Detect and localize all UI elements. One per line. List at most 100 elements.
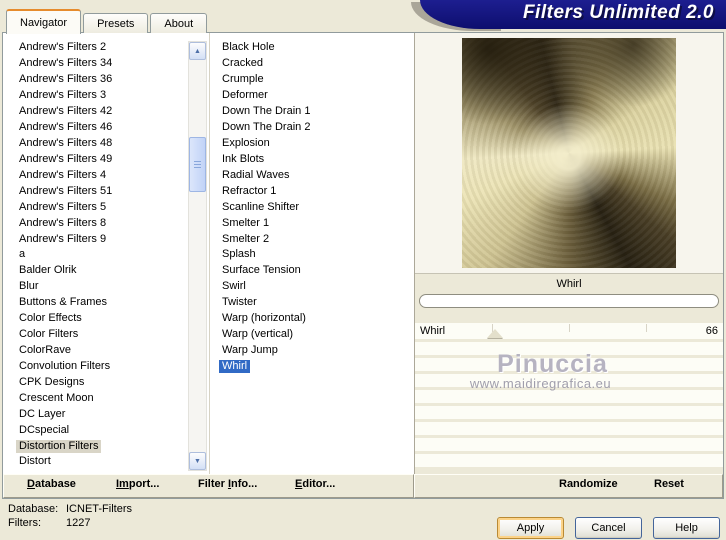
list-item[interactable]: Andrew's Filters 51 bbox=[16, 183, 209, 199]
list-item[interactable]: Andrew's Filters 34 bbox=[16, 56, 209, 72]
list-item[interactable]: Refractor 1 bbox=[219, 183, 414, 199]
list-item-label: ColorRave bbox=[19, 343, 71, 356]
list-item-label: a bbox=[19, 248, 26, 261]
toolbar-button-import[interactable]: Import... bbox=[116, 478, 159, 490]
toolbar-button-database[interactable]: Database bbox=[27, 478, 76, 490]
list-item[interactable]: DC Layer bbox=[16, 406, 209, 422]
filter-caption: Whirl bbox=[415, 273, 723, 293]
slider-tick bbox=[569, 324, 570, 332]
list-item[interactable]: Andrew's Filters 48 bbox=[16, 136, 209, 152]
help-button[interactable]: Help bbox=[653, 517, 720, 539]
category-scrollbar[interactable]: ▲ ▼ bbox=[188, 41, 207, 471]
list-item[interactable]: ColorRave bbox=[16, 343, 209, 359]
list-item-label: Andrew's Filters 3 bbox=[19, 89, 107, 102]
preview-image bbox=[462, 38, 676, 268]
list-item[interactable]: Deformer bbox=[219, 88, 414, 104]
scroll-up-icon[interactable]: ▲ bbox=[189, 42, 206, 60]
toolbar-button-randomize[interactable]: Randomize bbox=[559, 478, 618, 490]
list-item[interactable]: Cracked bbox=[219, 56, 414, 72]
list-item-label: Whirl bbox=[219, 359, 251, 373]
list-item[interactable]: Andrew's Filters 9 bbox=[16, 231, 209, 247]
list-item[interactable]: Smelter 1 bbox=[219, 215, 414, 231]
list-item[interactable]: Swirl bbox=[219, 279, 414, 295]
watermark-name: Pinuccia bbox=[497, 350, 608, 378]
list-item-label: Buttons & Frames bbox=[19, 296, 108, 309]
list-item[interactable]: Down The Drain 1 bbox=[219, 104, 414, 120]
list-item-label: Cracked bbox=[222, 57, 263, 70]
list-item-label: Balder Olrik bbox=[19, 264, 77, 277]
list-item[interactable]: Convolution Filters bbox=[16, 358, 209, 374]
render-progress-bar bbox=[419, 294, 719, 308]
list-item[interactable]: Andrew's Filters 4 bbox=[16, 167, 209, 183]
list-item[interactable]: Warp (horizontal) bbox=[219, 311, 414, 327]
bottom-toolbar: Database Import... Filter Info... Editor...… bbox=[3, 474, 723, 498]
list-item[interactable]: Blur bbox=[16, 279, 209, 295]
list-item-label: Scanline Shifter bbox=[222, 200, 300, 213]
app-banner: Filters Unlimited 2.0 bbox=[411, 0, 726, 31]
list-item[interactable]: Distort bbox=[16, 454, 209, 470]
list-item[interactable]: Down The Drain 2 bbox=[219, 120, 414, 136]
database-label: Database: bbox=[8, 503, 59, 515]
list-item[interactable]: Balder Olrik bbox=[16, 263, 209, 279]
list-item-label: Andrew's Filters 4 bbox=[19, 168, 107, 181]
list-item[interactable]: Scanline Shifter bbox=[219, 199, 414, 215]
parameter-slider-row[interactable]: Whirl 66 bbox=[415, 323, 723, 339]
scrollbar-thumb[interactable] bbox=[189, 137, 206, 192]
list-item[interactable]: Color Effects bbox=[16, 311, 209, 327]
list-item[interactable]: Andrew's Filters 3 bbox=[16, 88, 209, 104]
list-item[interactable]: DCspecial bbox=[16, 422, 209, 438]
list-item-label: Crumple bbox=[222, 73, 264, 86]
list-item[interactable]: Andrew's Filters 8 bbox=[16, 215, 209, 231]
tab-about[interactable]: About bbox=[150, 13, 208, 33]
list-item[interactable]: Ink Blots bbox=[219, 151, 414, 167]
list-item[interactable]: Surface Tension bbox=[219, 263, 414, 279]
list-item[interactable]: Crescent Moon bbox=[16, 390, 209, 406]
list-item[interactable]: Twister bbox=[219, 295, 414, 311]
list-item[interactable]: a bbox=[16, 247, 209, 263]
tab-presets[interactable]: Presets bbox=[83, 13, 149, 33]
list-item[interactable]: Crumple bbox=[219, 72, 414, 88]
list-item-label: Color Filters bbox=[19, 328, 79, 341]
list-item[interactable]: Distortion Filters bbox=[16, 438, 209, 454]
list-item[interactable]: Color Filters bbox=[16, 327, 209, 343]
parameter-name: Whirl bbox=[420, 325, 446, 337]
list-item-label: Swirl bbox=[222, 280, 246, 293]
list-item[interactable]: Buttons & Frames bbox=[16, 295, 209, 311]
list-item[interactable]: Radial Waves bbox=[219, 167, 414, 183]
list-item-label: Convolution Filters bbox=[19, 359, 111, 372]
scroll-down-icon[interactable]: ▼ bbox=[189, 452, 206, 470]
toolbar-button-editor[interactable]: Editor... bbox=[295, 478, 335, 490]
list-item[interactable]: Explosion bbox=[219, 136, 414, 152]
list-item[interactable]: Splash bbox=[219, 247, 414, 263]
filters-label: Filters: bbox=[8, 517, 41, 529]
apply-button[interactable]: Apply bbox=[497, 517, 564, 539]
list-item-label: Andrew's Filters 46 bbox=[19, 121, 113, 134]
list-item[interactable]: Andrew's Filters 36 bbox=[16, 72, 209, 88]
toolbar-button-reset[interactable]: Reset bbox=[654, 478, 684, 490]
tab-navigator[interactable]: Navigator bbox=[6, 9, 82, 34]
list-item[interactable]: Warp Jump bbox=[219, 343, 414, 359]
slider-thumb[interactable] bbox=[487, 329, 504, 338]
list-item[interactable]: Andrew's Filters 49 bbox=[16, 151, 209, 167]
list-item[interactable]: Whirl bbox=[219, 358, 414, 374]
cancel-button[interactable]: Cancel bbox=[575, 517, 642, 539]
list-item-label: Distort bbox=[19, 455, 51, 468]
list-item[interactable]: Warp (vertical) bbox=[219, 327, 414, 343]
list-item[interactable]: Andrew's Filters 42 bbox=[16, 104, 209, 120]
list-item[interactable]: CPK Designs bbox=[16, 374, 209, 390]
list-item-label: Crescent Moon bbox=[19, 391, 94, 404]
empty-parameter-row bbox=[415, 406, 723, 419]
banner-plate: Filters Unlimited 2.0 bbox=[420, 0, 726, 29]
list-item[interactable]: Smelter 2 bbox=[219, 231, 414, 247]
toolbar-button-filter-info[interactable]: Filter Info... bbox=[198, 478, 257, 490]
list-item-label: Warp (horizontal) bbox=[222, 312, 306, 325]
list-item[interactable]: Black Hole bbox=[219, 40, 414, 56]
list-item-label: Black Hole bbox=[222, 41, 275, 54]
status-area: Database: ICNET-Filters Filters: 1227 bbox=[8, 503, 132, 529]
list-item[interactable]: Andrew's Filters 46 bbox=[16, 120, 209, 136]
list-item[interactable]: Andrew's Filters 2 bbox=[16, 40, 209, 56]
empty-parameter-row bbox=[415, 390, 723, 403]
list-item[interactable]: Andrew's Filters 5 bbox=[16, 199, 209, 215]
list-item-label: Andrew's Filters 48 bbox=[19, 136, 113, 149]
list-item-label: Color Effects bbox=[19, 312, 82, 325]
